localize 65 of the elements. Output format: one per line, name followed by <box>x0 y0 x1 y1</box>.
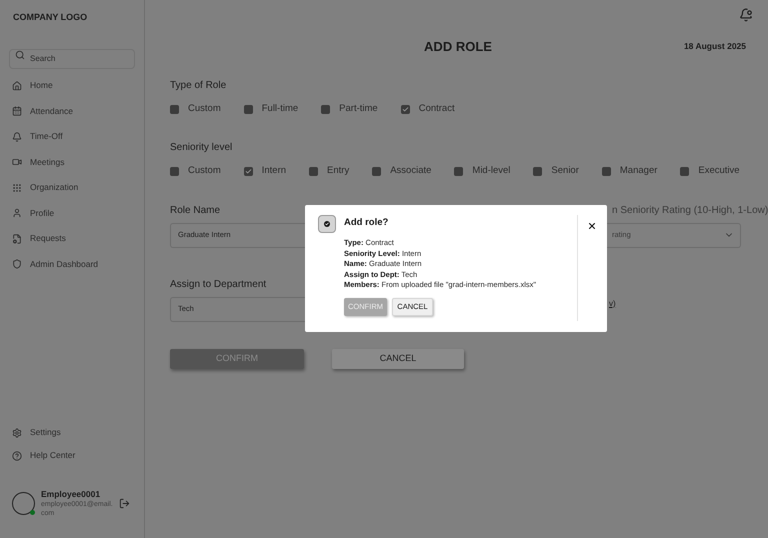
checkbox-label: Mid-level <box>472 164 510 178</box>
checkbox[interactable] <box>400 104 410 114</box>
checkbox[interactable] <box>680 166 690 176</box>
checkbox-label: Contract <box>418 102 455 116</box>
checkbox-label: Senior <box>551 164 579 178</box>
dialog-title: Add role? <box>344 216 390 229</box>
checkbox[interactable] <box>602 166 611 176</box>
check-circle-icon <box>324 221 330 227</box>
checkbox-label: Entry <box>327 164 350 178</box>
page-title: ADD ROLE <box>424 38 492 56</box>
checkbox-label: Part-time <box>339 102 378 116</box>
checkbox-label: Intern <box>262 164 286 178</box>
search-field[interactable]: Search <box>9 48 135 68</box>
nav-item[interactable]: Home <box>9 73 135 98</box>
checkbox[interactable] <box>244 166 253 176</box>
checkbox[interactable] <box>533 166 542 176</box>
check-icon <box>402 106 409 113</box>
close-icon[interactable] <box>587 221 597 231</box>
confirm-button[interactable]: CONFIRM <box>170 348 304 368</box>
field-label: n Seniority Rating (10-High, 1-Low) <box>612 204 768 218</box>
upload-link[interactable]: v) <box>609 298 616 310</box>
nav-item[interactable]: Organization <box>9 175 135 200</box>
bell-icon <box>12 132 22 142</box>
shield-icon <box>12 259 22 270</box>
company-logo: COMPANY LOGO <box>13 11 88 23</box>
grid-icon <box>12 182 22 193</box>
checkbox[interactable] <box>321 104 330 114</box>
checkbox-label: Custom <box>188 102 221 116</box>
checkbox[interactable] <box>454 166 464 176</box>
help-icon <box>12 450 22 460</box>
person-icon <box>12 208 22 218</box>
nav-item[interactable]: Profile <box>9 200 135 226</box>
checkbox-label: Manager <box>620 164 658 178</box>
field-label: Role Name <box>170 204 220 218</box>
calendar-icon <box>12 106 22 116</box>
field-label: Assign to Department <box>170 278 266 292</box>
nav-item[interactable]: Settings <box>9 421 135 444</box>
nav-item[interactable]: Attendance <box>9 98 135 124</box>
checkbox-label: Executive <box>698 164 740 178</box>
settings-icon <box>12 428 22 438</box>
checkbox[interactable] <box>244 104 253 114</box>
checkbox[interactable] <box>170 104 179 114</box>
checkbox[interactable] <box>309 166 318 176</box>
checkbox-label: Associate <box>390 164 432 178</box>
nav-item[interactable]: Meetings <box>9 150 135 175</box>
check-icon <box>244 168 252 175</box>
logout-icon[interactable] <box>119 498 130 509</box>
checkbox[interactable] <box>170 166 179 176</box>
section-label: Type of Role <box>170 79 228 93</box>
user-name: Employee0001 <box>41 489 102 500</box>
video-icon <box>12 157 22 168</box>
checkbox[interactable] <box>372 166 382 176</box>
section-label: Seniority level <box>170 141 234 156</box>
checkbox-label: Full-time <box>262 102 298 116</box>
document-gear-icon <box>12 234 22 244</box>
nav-item[interactable]: Requests <box>9 226 135 252</box>
search-icon <box>15 50 25 60</box>
cancel-button[interactable]: CANCEL <box>332 348 464 368</box>
nav-item[interactable]: Admin Dashboard <box>9 252 135 277</box>
nav-item[interactable]: Time-Off <box>9 124 135 150</box>
date-text: 18 August 2025 <box>684 40 746 54</box>
nav-item[interactable]: Help Center <box>9 444 135 467</box>
home-icon <box>12 80 22 91</box>
notification-bell-icon[interactable] <box>739 8 753 22</box>
checkbox-label: Custom <box>188 164 221 178</box>
